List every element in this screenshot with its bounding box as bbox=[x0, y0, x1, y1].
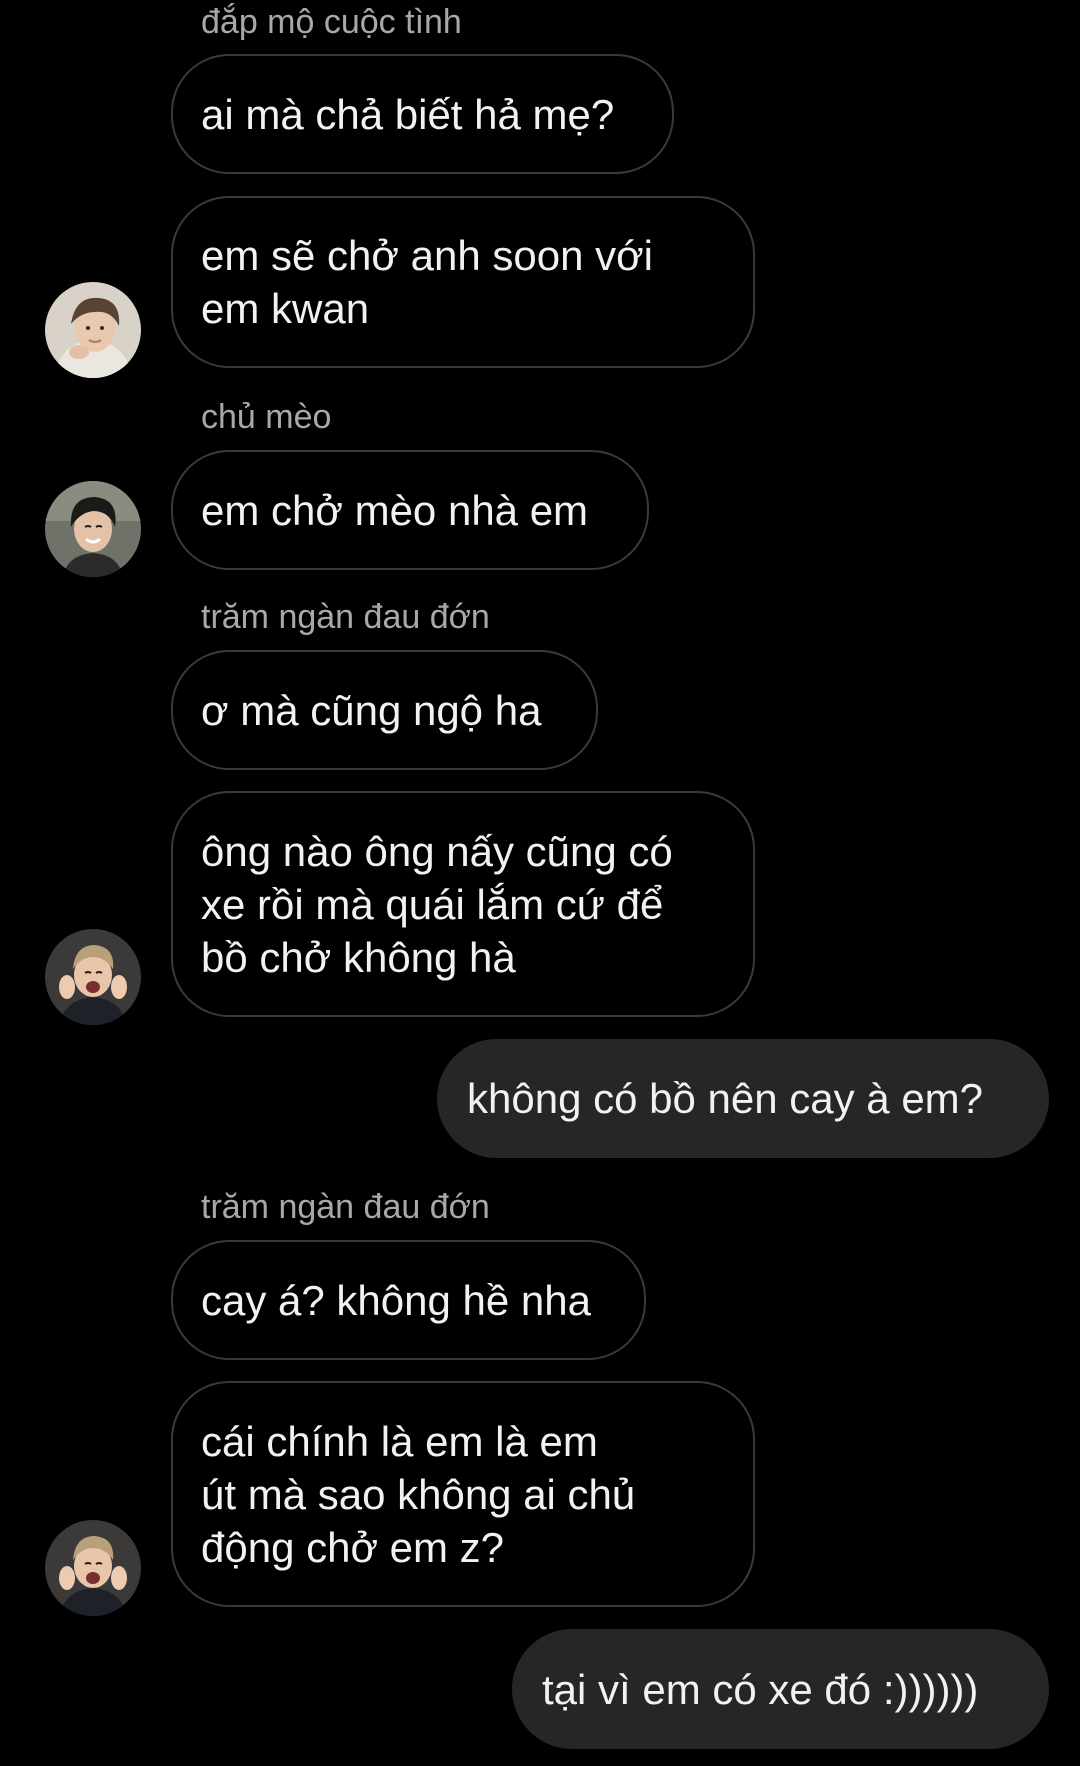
outgoing-message-bubble[interactable]: tại vì em có xe đó :)))))) bbox=[512, 1629, 1049, 1749]
sender-name: trăm ngàn đau đớn bbox=[201, 1188, 490, 1226]
message-text: ai mà chả biết hả mẹ? bbox=[201, 90, 615, 138]
incoming-message-bubble[interactable]: cay á? không hề nha bbox=[171, 1240, 646, 1360]
incoming-message-bubble[interactable]: cái chính là em là em út mà sao không ai… bbox=[171, 1381, 755, 1607]
message-text: em sẽ chở anh soon với em kwan bbox=[201, 232, 653, 332]
message-text: không có bồ nên cay à em? bbox=[467, 1075, 984, 1122]
incoming-message-bubble[interactable]: em sẽ chở anh soon với em kwan bbox=[171, 196, 755, 368]
avatar-boy-cheer-icon bbox=[45, 929, 141, 1025]
sender-name: trăm ngàn đau đớn bbox=[201, 598, 490, 636]
avatar-boy-smile-icon bbox=[45, 481, 141, 577]
avatar[interactable] bbox=[45, 929, 141, 1025]
avatar[interactable] bbox=[45, 481, 141, 577]
avatar-boy-light-icon bbox=[45, 282, 141, 378]
incoming-message-bubble[interactable]: ông nào ông nấy cũng có xe rồi mà quái l… bbox=[171, 791, 755, 1017]
message-text: cái chính là em là em út mà sao không ai… bbox=[201, 1417, 636, 1571]
avatar-boy-cheer-icon bbox=[45, 1520, 141, 1616]
avatar[interactable] bbox=[45, 282, 141, 378]
message-text: ông nào ông nấy cũng có xe rồi mà quái l… bbox=[201, 827, 673, 981]
message-text: em chở mèo nhà em bbox=[201, 486, 589, 534]
incoming-message-bubble[interactable]: ai mà chả biết hả mẹ? bbox=[171, 54, 674, 174]
message-text: tại vì em có xe đó :)))))) bbox=[542, 1665, 979, 1713]
incoming-message-bubble[interactable]: em chở mèo nhà em bbox=[171, 450, 649, 570]
incoming-message-bubble[interactable]: ơ mà cũng ngộ ha bbox=[171, 650, 598, 770]
message-text: ơ mà cũng ngộ ha bbox=[201, 686, 542, 734]
outgoing-message-bubble[interactable]: không có bồ nên cay à em? bbox=[437, 1039, 1049, 1158]
sender-name: đắp mộ cuộc tình bbox=[201, 3, 462, 41]
sender-name: chủ mèo bbox=[201, 398, 332, 436]
avatar[interactable] bbox=[45, 1520, 141, 1616]
message-text: cay á? không hề nha bbox=[201, 1276, 591, 1324]
